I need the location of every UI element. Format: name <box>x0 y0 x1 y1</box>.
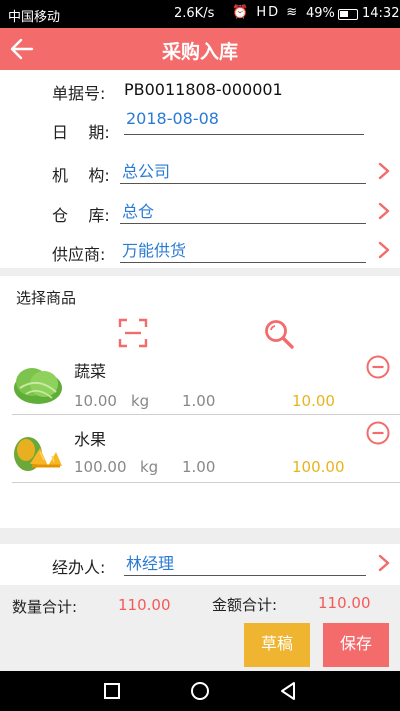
warehouse-label: 仓 库: <box>52 206 110 225</box>
supplier-field[interactable]: 万能供货 <box>120 237 366 263</box>
chevron-right-icon[interactable] <box>376 162 392 180</box>
org-field[interactable]: 总公司 <box>120 158 366 184</box>
system-nav-bar <box>0 671 400 711</box>
recent-apps-icon[interactable] <box>102 681 122 701</box>
chevron-right-icon[interactable] <box>376 554 392 572</box>
date-field[interactable]: 2018-08-08 <box>124 109 364 135</box>
warehouse-field[interactable]: 总仓 <box>120 198 366 224</box>
product-unit: kg <box>140 458 159 476</box>
row-divider <box>12 482 400 483</box>
qty-total-label: 数量合计: <box>12 598 78 616</box>
lettuce-thumb <box>14 368 62 404</box>
mango-thumb <box>14 437 62 471</box>
battery-percent: 49% <box>306 6 335 21</box>
product-unit: kg <box>131 392 150 410</box>
handler-field[interactable]: 林经理 <box>124 550 366 576</box>
status-bar: 中国移动 2.6K/s ⏰ HD ≋ 49% 14:32 <box>0 0 400 28</box>
date-label: 日 期: <box>52 123 110 142</box>
battery-icon <box>338 9 358 20</box>
product-amount: 100.00 <box>292 458 345 476</box>
chevron-right-icon[interactable] <box>376 202 392 220</box>
amount-total-label: 金额合计: <box>212 596 278 614</box>
select-products-title: 选择商品 <box>16 289 77 307</box>
qty-total-value: 110.00 <box>118 596 171 614</box>
carrier-label: 中国移动 <box>8 10 61 25</box>
section-divider <box>0 528 400 544</box>
section-divider <box>0 268 400 276</box>
handler-label: 经办人: <box>52 558 106 577</box>
status-icons: ⏰ HD ≋ <box>232 5 300 20</box>
save-button[interactable]: 保存 <box>323 623 389 667</box>
product-row[interactable]: 蔬菜 10.00 kg 1.00 10.00 <box>0 352 400 416</box>
supplier-label: 供应商: <box>52 245 106 264</box>
back-triangle-icon[interactable] <box>278 681 298 701</box>
network-speed: 2.6K/s <box>174 6 215 21</box>
product-name: 蔬菜 <box>74 362 107 381</box>
product-price[interactable]: 1.00 <box>182 458 215 476</box>
product-amount: 10.00 <box>292 392 335 410</box>
product-name: 水果 <box>74 430 107 449</box>
remove-circle-icon[interactable] <box>366 421 390 445</box>
home-icon[interactable] <box>190 681 210 701</box>
clock: 14:32 <box>362 6 400 21</box>
product-qty[interactable]: 100.00 <box>74 458 127 476</box>
product-price[interactable]: 1.00 <box>182 392 215 410</box>
doc-no-value: PB0011808-000001 <box>124 80 283 99</box>
scan-icon[interactable] <box>118 318 148 348</box>
product-qty[interactable]: 10.00 <box>74 392 117 410</box>
remove-circle-icon[interactable] <box>366 355 390 379</box>
amount-total-value: 110.00 <box>318 594 371 612</box>
org-label: 机 构: <box>52 166 110 185</box>
page-title: 采购入库 <box>161 41 238 63</box>
row-divider <box>12 414 400 415</box>
search-icon[interactable] <box>263 318 295 350</box>
app-header: 采购入库 <box>0 28 400 70</box>
chevron-right-icon[interactable] <box>376 241 392 259</box>
doc-no-label: 单据号: <box>52 84 106 103</box>
draft-button[interactable]: 草稿 <box>244 623 310 667</box>
product-row[interactable]: 水果 100.00 kg 1.00 100.00 <box>0 420 400 484</box>
